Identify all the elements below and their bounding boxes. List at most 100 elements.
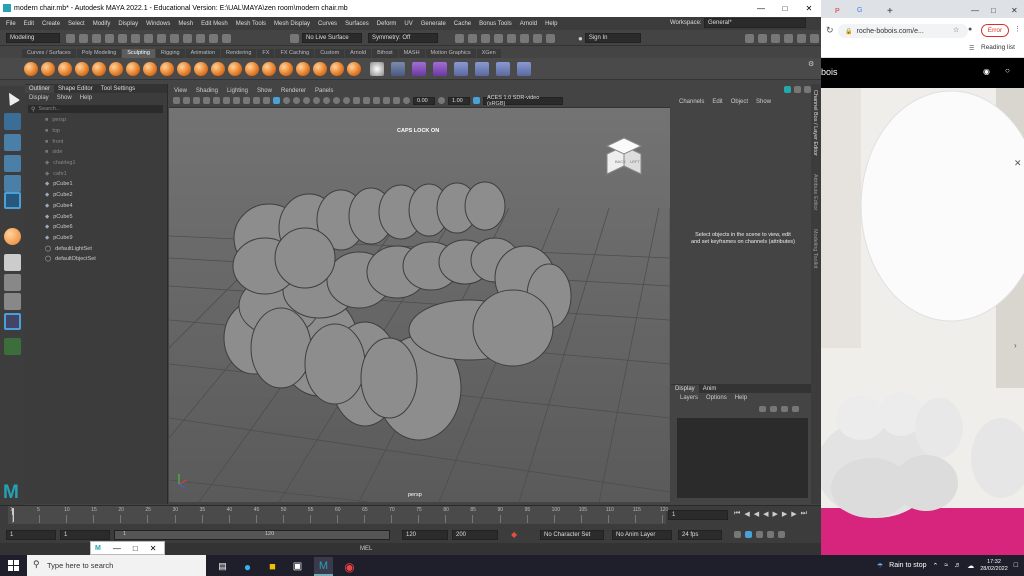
shelf-tab-poly-modeling[interactable]: Poly Modeling xyxy=(76,49,122,58)
sign-in-dropdown[interactable]: Sign In xyxy=(584,33,641,43)
tab-outliner[interactable]: Outliner xyxy=(25,84,55,93)
play-back-icon[interactable]: ◀ xyxy=(763,510,768,518)
shelf-tab-bifrost[interactable]: Bifrost xyxy=(372,49,398,58)
vp-menu-shading[interactable]: Shading xyxy=(196,88,218,94)
lights-icon[interactable] xyxy=(313,97,320,104)
list-item[interactable]: ◆ pCube2 xyxy=(45,190,167,201)
list-item[interactable]: ■ persp xyxy=(45,115,167,126)
zoom-icon[interactable] xyxy=(4,338,21,355)
auto-key-icon[interactable] xyxy=(756,531,763,538)
chrome-icon[interactable]: ◉ xyxy=(341,558,358,575)
four-view-icon[interactable] xyxy=(4,274,21,291)
snap-view-icon[interactable] xyxy=(209,34,218,43)
erase-tool-icon[interactable] xyxy=(330,62,344,76)
tab-display[interactable]: Display xyxy=(671,384,699,393)
attribute-editor-icon[interactable] xyxy=(758,34,767,43)
file-explorer-icon[interactable]: ■ xyxy=(264,558,281,575)
minimize-button[interactable]: — xyxy=(749,0,773,17)
workspace-dropdown[interactable]: General* xyxy=(704,18,806,28)
list-item[interactable]: ◯ defaultObjectSet xyxy=(45,254,167,265)
layout-grid-icon[interactable] xyxy=(4,313,21,330)
render-frame-icon[interactable] xyxy=(455,34,464,43)
star-icon[interactable]: ☆ xyxy=(953,26,959,34)
menu-file[interactable]: File xyxy=(6,21,16,27)
list-item[interactable]: ◆ pCube4 xyxy=(45,201,167,212)
menu-uv[interactable]: UV xyxy=(404,21,412,27)
grab-tool-icon[interactable] xyxy=(75,62,89,76)
grid-toggle-icon[interactable] xyxy=(213,97,220,104)
go-to-end-icon[interactable]: ⏭ xyxy=(801,510,807,518)
shelf-tab-rendering[interactable]: Rendering xyxy=(221,49,257,58)
taskbar-search[interactable]: ⚲ Type here to search xyxy=(27,555,206,576)
profile-icon[interactable]: ● xyxy=(968,26,972,33)
vp-menu-lighting[interactable]: Lighting xyxy=(227,88,248,94)
lattice-icon[interactable] xyxy=(496,62,510,76)
fps-dropdown[interactable]: 24 fps xyxy=(678,530,722,540)
menu-modify[interactable]: Modify xyxy=(93,21,111,27)
go-to-start-icon[interactable]: ⏮ xyxy=(734,510,740,518)
taskbar-search-input[interactable]: Type here to search xyxy=(47,561,113,570)
camera-attr-icon[interactable] xyxy=(183,97,190,104)
shelf-gear-icon[interactable]: ⚙ xyxy=(808,60,814,68)
shadows-icon[interactable] xyxy=(323,97,330,104)
start-time-field[interactable]: 1 xyxy=(6,530,56,540)
channel-pin-icon[interactable] xyxy=(784,86,791,93)
menu-cache[interactable]: Cache xyxy=(454,21,471,27)
ambient-occlusion-icon[interactable] xyxy=(333,97,340,104)
arnold-ipr-icon[interactable] xyxy=(520,34,529,43)
vp-menu-renderer[interactable]: Renderer xyxy=(281,88,306,94)
sculpt-tool-icon[interactable] xyxy=(24,62,38,76)
layout-icon[interactable] xyxy=(810,34,819,43)
channel-expand-icon[interactable] xyxy=(794,86,801,93)
anti-alias-icon[interactable] xyxy=(353,97,360,104)
list-item[interactable]: ◆ pCube9 xyxy=(45,233,167,244)
notifications-icon[interactable]: □ xyxy=(1014,562,1018,569)
shelf-tab-rigging[interactable]: Rigging xyxy=(155,49,185,58)
shelf-tab-xgen[interactable]: XGen xyxy=(476,49,501,58)
channel-menu-edit[interactable]: Edit xyxy=(712,99,722,105)
save-scene-icon[interactable] xyxy=(92,34,101,43)
menu-mesh-display[interactable]: Mesh Display xyxy=(274,21,310,27)
audio-icon[interactable] xyxy=(745,531,752,538)
list-item[interactable]: ■ front xyxy=(45,136,167,147)
resolution-gate-icon[interactable] xyxy=(233,97,240,104)
channel-menu-channels[interactable]: Channels xyxy=(679,99,704,105)
side-tab-attribute-editor[interactable]: Attribute Editor xyxy=(812,174,818,210)
xray-icon[interactable] xyxy=(373,97,380,104)
menu-help[interactable]: Help xyxy=(545,21,557,27)
step-back-icon[interactable]: ◀ xyxy=(754,510,759,518)
wireframe-icon[interactable] xyxy=(273,97,280,104)
maya-taskbar-icon[interactable]: M xyxy=(314,557,333,576)
list-item[interactable]: ◆ cafe1 xyxy=(45,168,167,179)
current-frame-field[interactable]: 1 xyxy=(668,510,728,520)
outliner-menu-display[interactable]: Display xyxy=(29,95,49,101)
persp-outliner-icon[interactable] xyxy=(4,293,21,310)
sculpt-settings-icon[interactable] xyxy=(370,62,384,76)
motion-blur-icon[interactable] xyxy=(343,97,350,104)
step-forward-key-icon[interactable]: ▶ xyxy=(791,510,796,518)
step-back-key-icon[interactable]: ◀ xyxy=(744,510,749,518)
sofa-product-photo[interactable]: ✕ › xyxy=(821,88,1024,555)
more-menu-icon[interactable]: ⋮ xyxy=(1014,25,1021,33)
anim-prefs-icon[interactable] xyxy=(778,531,785,538)
volume-icon[interactable]: ♬ xyxy=(954,562,961,569)
select-tool-icon[interactable] xyxy=(3,89,21,107)
shelf-tab-curves-surfaces[interactable]: Curves / Surfaces xyxy=(22,49,76,58)
last-tool-icon[interactable] xyxy=(4,228,21,245)
tab-tool-settings[interactable]: Tool Settings xyxy=(97,85,139,93)
pinterest-tab-icon[interactable]: P xyxy=(835,8,840,15)
foamy-tool-icon[interactable] xyxy=(126,62,140,76)
flatten-tool-icon[interactable] xyxy=(109,62,123,76)
menu-select[interactable]: Select xyxy=(68,21,85,27)
tab-shape-editor[interactable]: Shape Editor xyxy=(54,85,97,93)
shelf-tab-arnold[interactable]: Arnold xyxy=(345,49,372,58)
wrap-icon[interactable] xyxy=(475,62,489,76)
gamma-field[interactable]: 1.00 xyxy=(448,97,470,105)
menu-mesh[interactable]: Mesh xyxy=(178,21,193,27)
select-hierarchy-icon[interactable] xyxy=(131,34,140,43)
menu-bonus-tools[interactable]: Bonus Tools xyxy=(479,21,512,27)
smear-tool-icon[interactable] xyxy=(262,62,276,76)
select-object-icon[interactable] xyxy=(144,34,153,43)
menu-create[interactable]: Create xyxy=(42,21,60,27)
freeze-tool-icon[interactable] xyxy=(313,62,327,76)
